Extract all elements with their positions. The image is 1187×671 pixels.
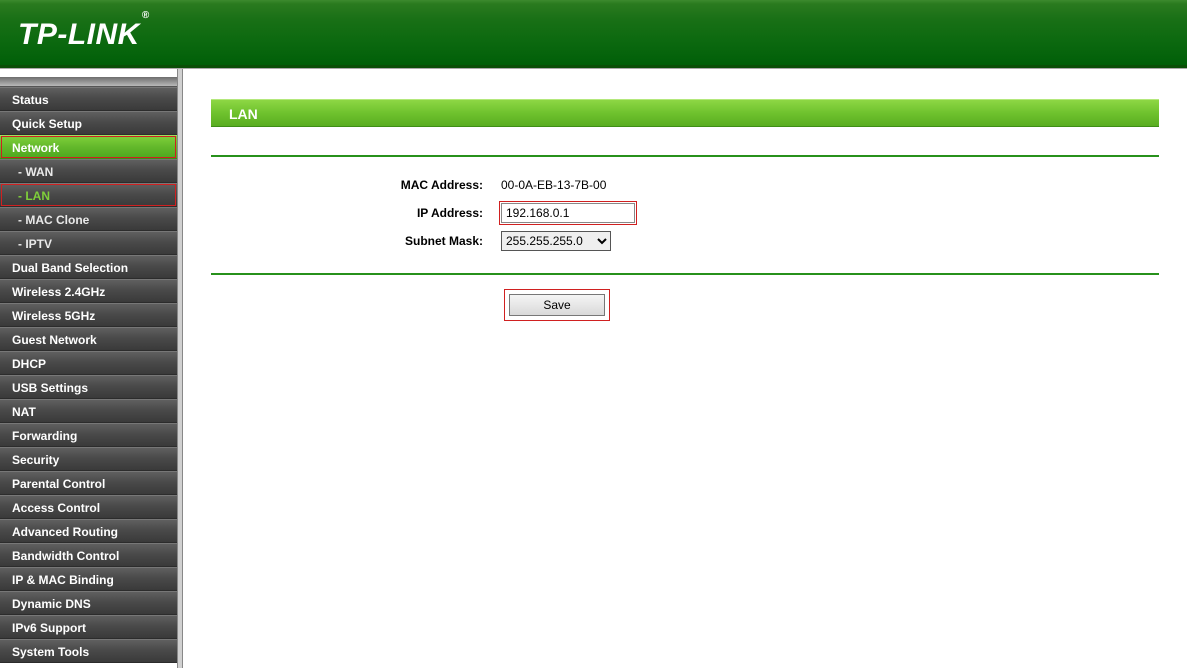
sidebar-item-guest-network[interactable]: Guest Network [0,327,177,351]
sidebar-top-gradient [0,77,177,87]
sidebar-item-wireless-2-4ghz[interactable]: Wireless 2.4GHz [0,279,177,303]
save-button[interactable]: Save [509,294,605,316]
label-ip: IP Address: [211,206,501,220]
separator-line [211,155,1159,157]
brand-text: TP-LINK [18,18,140,51]
sidebar: StatusQuick SetupNetwork- WAN- LAN- MAC … [0,69,177,668]
sidebar-item-forwarding[interactable]: Forwarding [0,423,177,447]
panel-title: LAN [211,99,1159,127]
sidebar-item-wireless-5ghz[interactable]: Wireless 5GHz [0,303,177,327]
header-bar: TP-LINK® [0,0,1187,68]
sidebar-item-wan[interactable]: - WAN [0,159,177,183]
input-ip-address[interactable] [501,203,635,223]
label-mac: MAC Address: [211,178,501,192]
sidebar-item-access-control[interactable]: Access Control [0,495,177,519]
sidebar-item-ip-mac-binding[interactable]: IP & MAC Binding [0,567,177,591]
row-mask: Subnet Mask: 255.255.255.0 [211,227,1159,255]
sidebar-item-network[interactable]: Network [0,135,177,159]
sidebar-item-iptv[interactable]: - IPTV [0,231,177,255]
sidebar-item-parental-control[interactable]: Parental Control [0,471,177,495]
separator-line [211,273,1159,275]
sidebar-item-advanced-routing[interactable]: Advanced Routing [0,519,177,543]
value-mac: 00-0A-EB-13-7B-00 [501,178,606,192]
sidebar-item-mac-clone[interactable]: - MAC Clone [0,207,177,231]
sidebar-item-bandwidth-control[interactable]: Bandwidth Control [0,543,177,567]
sidebar-item-nat[interactable]: NAT [0,399,177,423]
sidebar-item-quick-setup[interactable]: Quick Setup [0,111,177,135]
sidebar-item-security[interactable]: Security [0,447,177,471]
sidebar-item-status[interactable]: Status [0,87,177,111]
sidebar-item-usb-settings[interactable]: USB Settings [0,375,177,399]
select-subnet-mask[interactable]: 255.255.255.0 [501,231,611,251]
content-panel: LAN MAC Address: 00-0A-EB-13-7B-00 IP Ad… [183,69,1187,668]
sidebar-item-ipv6-support[interactable]: IPv6 Support [0,615,177,639]
brand-logo: TP-LINK® [18,18,148,52]
sidebar-item-system-tools[interactable]: System Tools [0,639,177,663]
label-mask: Subnet Mask: [211,234,501,248]
sidebar-item-dhcp[interactable]: DHCP [0,351,177,375]
sidebar-item-dual-band-selection[interactable]: Dual Band Selection [0,255,177,279]
row-mac: MAC Address: 00-0A-EB-13-7B-00 [211,171,1159,199]
row-ip: IP Address: [211,199,1159,227]
sidebar-item-dynamic-dns[interactable]: Dynamic DNS [0,591,177,615]
sidebar-item-lan[interactable]: - LAN [0,183,177,207]
reg-mark: ® [142,10,150,21]
